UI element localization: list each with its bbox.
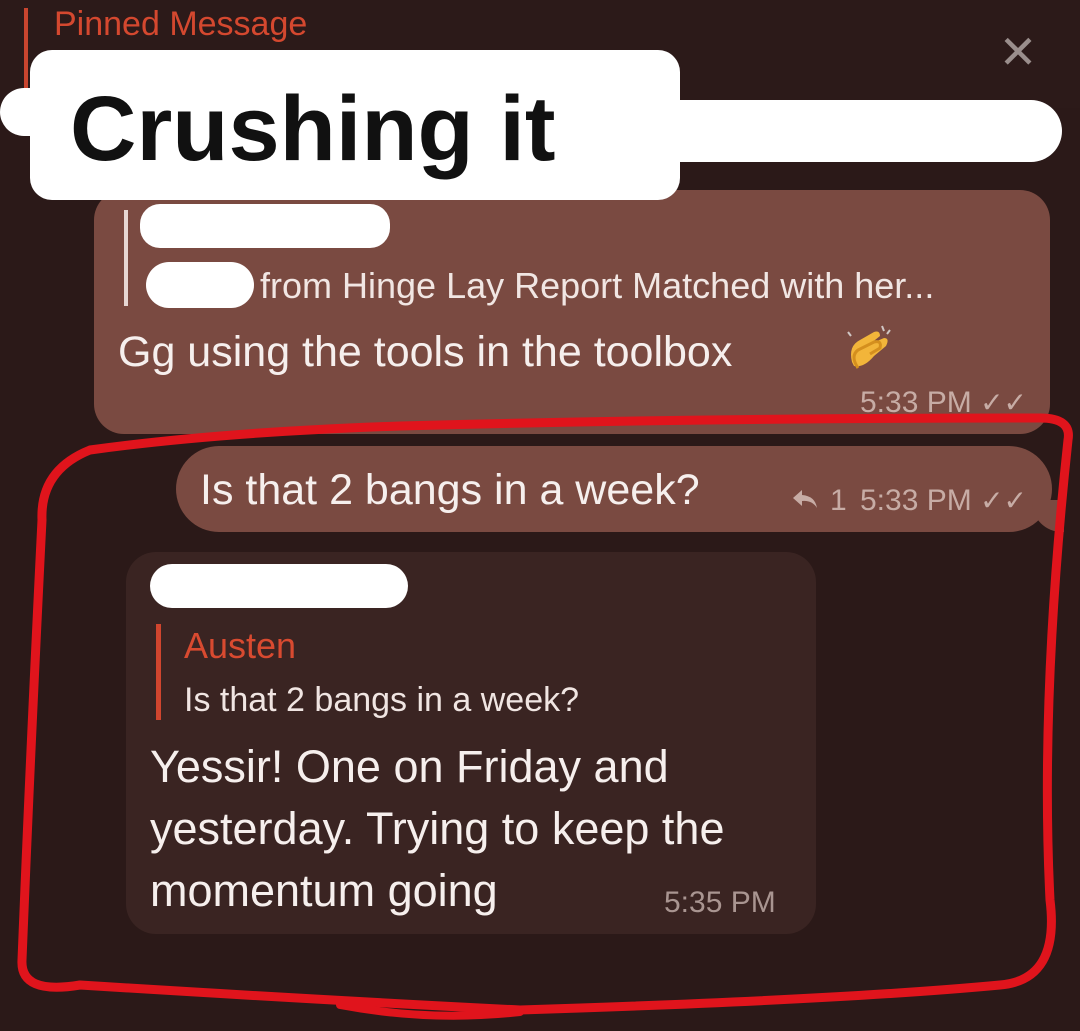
- double-check-icon: ✓✓: [980, 485, 1027, 516]
- marker-stroke: [620, 100, 1062, 162]
- message-meta: 5:33 PM ✓✓: [860, 482, 1027, 520]
- clapping-hands-emoji: [847, 325, 891, 369]
- reply-count: 1: [830, 484, 847, 517]
- caption-text: Crushing it: [70, 78, 556, 180]
- reply-quote-text: from Hinge Lay Report Matched with her..…: [260, 265, 935, 306]
- reply-accent-line: [156, 624, 161, 720]
- message-text: Gg using the tools in the toolbox: [118, 328, 733, 376]
- message-text: Is that 2 bangs in a week?: [200, 466, 700, 514]
- redaction-mark: [140, 204, 390, 248]
- message-meta: 5:33 PM ✓✓: [860, 384, 1027, 422]
- reply-accent-line: [124, 210, 128, 306]
- message-time: 5:35 PM: [664, 886, 776, 919]
- double-check-icon: ✓✓: [980, 387, 1027, 418]
- reply-quote-text[interactable]: Is that 2 bangs in a week?: [184, 678, 579, 722]
- reply-quote-sender[interactable]: Austen: [184, 624, 296, 668]
- close-icon[interactable]: ✕: [996, 29, 1040, 75]
- redaction-mark: [150, 564, 408, 608]
- message-time: 5:33 PM: [860, 484, 972, 517]
- reply-icon[interactable]: [790, 484, 820, 514]
- pinned-label: Pinned Message: [54, 5, 308, 43]
- message-time: 5:33 PM: [860, 386, 972, 419]
- pinned-accent-line: [24, 8, 28, 90]
- redaction-mark: [146, 262, 254, 308]
